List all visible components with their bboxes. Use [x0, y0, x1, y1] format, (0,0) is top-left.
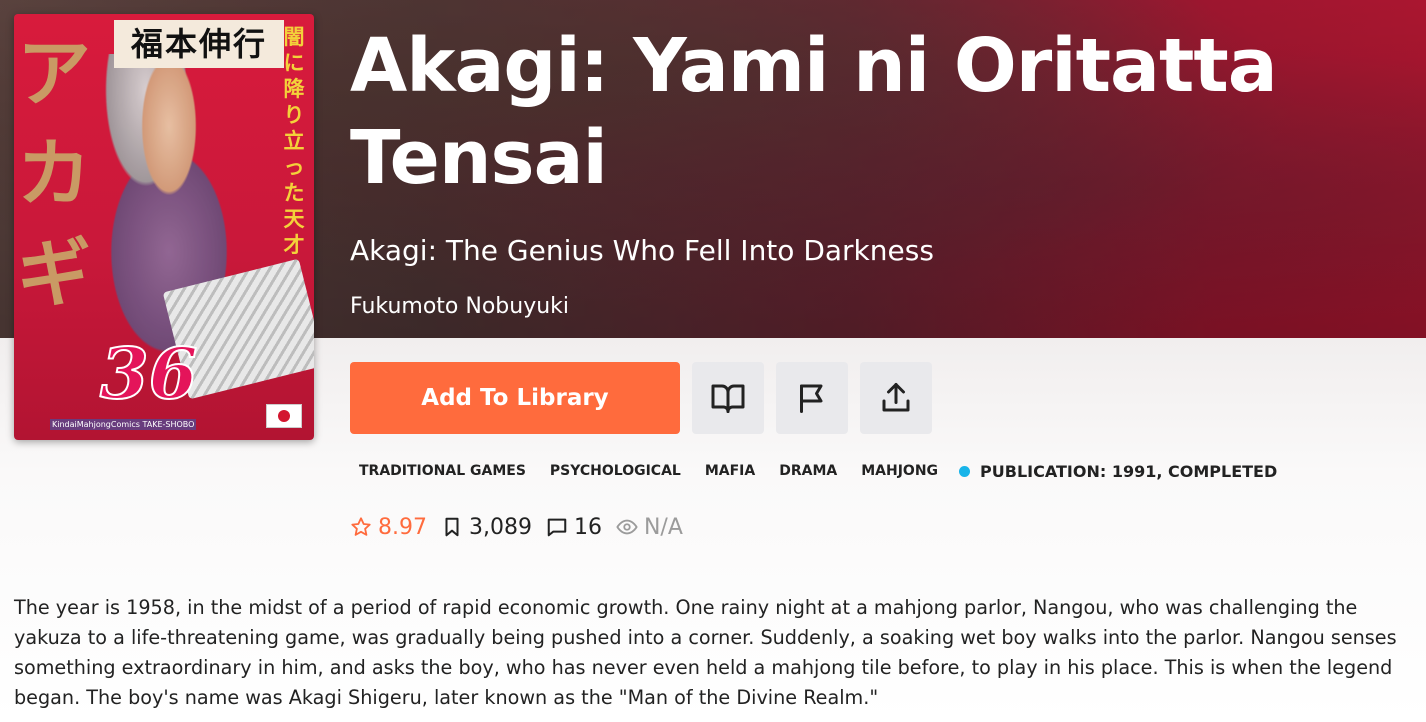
tag-psychological[interactable]: PSYCHOLOGICAL [541, 456, 690, 486]
tag-mafia[interactable]: MAFIA [696, 456, 764, 486]
follows-count: 3,089 [468, 514, 532, 540]
synopsis: The year is 1958, in the midst of a peri… [14, 596, 1397, 709]
author-link[interactable]: Fukumoto Nobuyuki [350, 292, 569, 322]
comment-icon [547, 518, 567, 537]
cover-volume-number: 36 [99, 331, 198, 416]
bookmark-icon [445, 517, 459, 537]
publication-label: PUBLICATION: 1991, COMPLETED [980, 461, 1278, 481]
share-button[interactable] [860, 362, 932, 434]
cover-publisher: KindaiMahjongComics TAKE-SHOBO [50, 419, 197, 430]
add-to-library-button[interactable]: Add To Library [350, 362, 680, 434]
tag-drama[interactable]: DRAMA [770, 456, 846, 486]
share-upload-icon [882, 383, 910, 412]
manga-detail-page: アカギ 福本伸行 闇に降り立った天才 36 KindaiMahjongComic… [0, 0, 1426, 722]
report-button[interactable] [776, 362, 848, 434]
eye-icon [616, 519, 638, 535]
book-open-icon [711, 384, 745, 413]
rating-stat[interactable]: 8.97 [350, 515, 427, 540]
cover-title-jp: アカギ [17, 31, 91, 317]
views-count: N/A [643, 514, 683, 540]
read-button[interactable] [692, 362, 764, 434]
comments-stat[interactable]: 16 [546, 515, 602, 540]
tag-mahjong[interactable]: MAHJONG [852, 456, 947, 486]
star-icon [351, 517, 371, 536]
tag-list: TRADITIONAL GAMES PSYCHOLOGICAL MAFIA DR… [350, 456, 1277, 486]
views-stat: N/A [616, 515, 683, 540]
cover-author-jp: 福本伸行 [114, 20, 284, 68]
stats-row: 8.97 3,089 16 N/A [350, 510, 697, 544]
page-title: Akagi: Yami ni Oritatta Tensai [350, 23, 1278, 201]
rating-value: 8.97 [378, 514, 427, 540]
publication-status: PUBLICATION: 1991, COMPLETED [959, 462, 1277, 481]
comments-count: 16 [573, 514, 602, 540]
tag-traditional-games[interactable]: TRADITIONAL GAMES [350, 456, 535, 486]
cover-image[interactable]: アカギ 福本伸行 闇に降り立った天才 36 KindaiMahjongComic… [14, 14, 314, 440]
cover-subtitle-jp: 闇に降り立った天才 [283, 24, 305, 257]
flag-icon [800, 384, 823, 413]
status-dot-icon [959, 465, 971, 477]
japan-flag-icon [266, 404, 302, 428]
follows-stat: 3,089 [441, 515, 532, 540]
alternative-title: Akagi: The Genius Who Fell Into Darkness [350, 234, 934, 267]
